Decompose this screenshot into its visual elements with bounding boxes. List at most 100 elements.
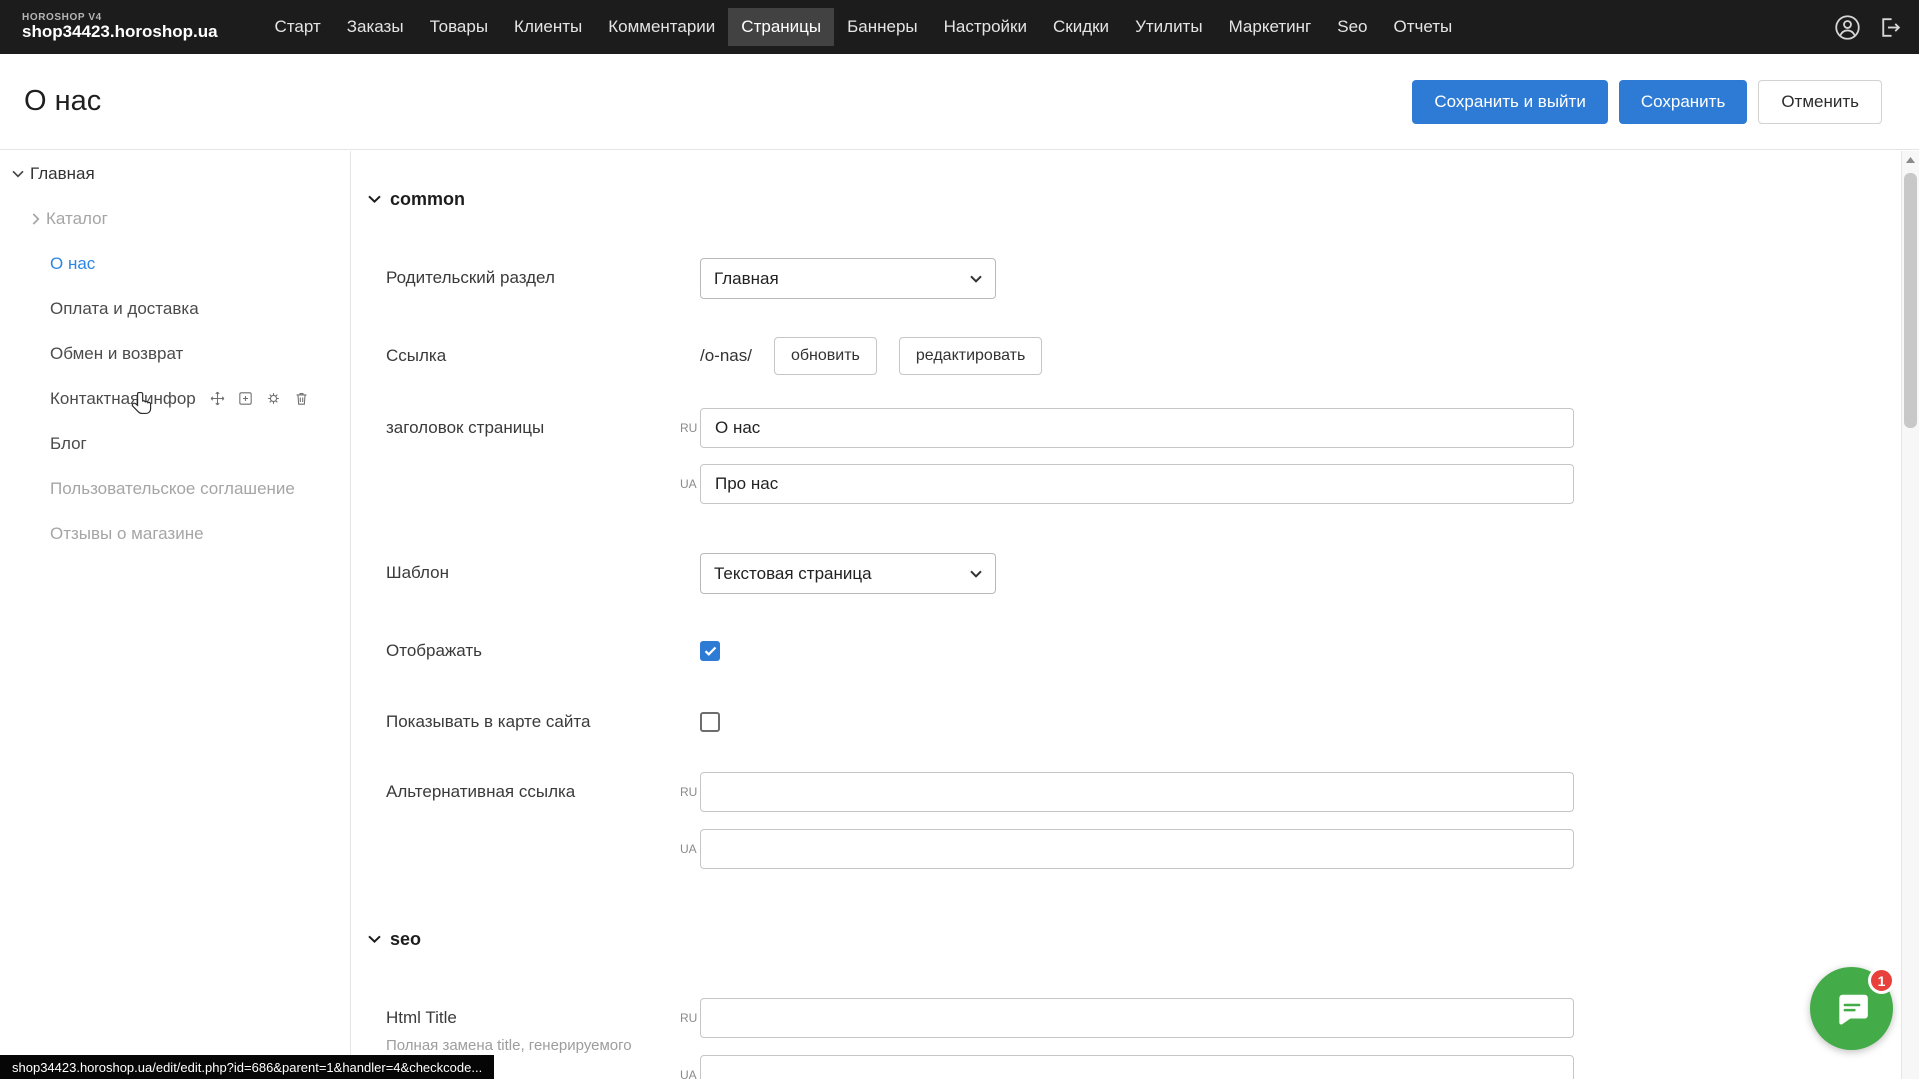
- edit-link-button[interactable]: редактировать: [899, 337, 1042, 375]
- delete-icon[interactable]: [293, 390, 310, 407]
- nav-item-comments[interactable]: Комментарии: [595, 8, 728, 46]
- tree-item-label: Главная: [30, 164, 95, 184]
- chat-icon: [1833, 990, 1871, 1028]
- page-title-ru-input[interactable]: [700, 408, 1574, 448]
- lang-tag-ru: RU: [680, 1011, 700, 1025]
- template-select[interactable]: Текстовая страница: [700, 553, 996, 594]
- lang-tag-ua: UA: [680, 477, 700, 491]
- tree-item-user-agreement[interactable]: Пользовательское соглашение: [0, 466, 350, 511]
- tree-item-label: Обмен и возврат: [50, 344, 183, 364]
- section-common-header[interactable]: common: [352, 187, 1901, 211]
- navbar-right: [1834, 14, 1903, 41]
- tree-item-label: Блог: [50, 434, 87, 454]
- tree-item-home[interactable]: Главная: [0, 151, 350, 196]
- display-checkbox[interactable]: [700, 641, 720, 661]
- tree-item-label: Пользовательское соглашение: [50, 479, 295, 499]
- tree-item-label: Оплата и доставка: [50, 299, 199, 319]
- lang-tag-ru: RU: [680, 785, 700, 799]
- nav-item-discounts[interactable]: Скидки: [1040, 8, 1122, 46]
- tree-item-store-reviews[interactable]: Отзывы о магазине: [0, 511, 350, 556]
- nav-item-clients[interactable]: Клиенты: [501, 8, 595, 46]
- chevron-down-icon[interactable]: [12, 170, 24, 178]
- parent-section-row: Родительский раздел Главная: [352, 258, 1901, 299]
- horoshop-admin-app: HOROSHOP V4 shop34423.horoshop.ua Старт …: [0, 0, 1919, 1079]
- lang-tag-ua: UA: [680, 1068, 700, 1079]
- tree-item-catalog[interactable]: Каталог: [0, 196, 350, 241]
- move-icon[interactable]: [209, 390, 226, 407]
- parent-section-select[interactable]: Главная: [700, 258, 996, 299]
- page-title-label: заголовок страницы: [352, 408, 680, 448]
- nav-item-banners[interactable]: Баннеры: [834, 8, 931, 46]
- html-title-ru-input[interactable]: [700, 998, 1574, 1038]
- chevron-right-icon[interactable]: [32, 213, 40, 225]
- link-row: Ссылка /o-nas/ обновить редактировать: [352, 336, 1901, 376]
- tree-item-label: Контактная инфор: [50, 389, 196, 409]
- cancel-button[interactable]: Отменить: [1758, 80, 1882, 124]
- top-navbar: HOROSHOP V4 shop34423.horoshop.ua Старт …: [0, 0, 1919, 54]
- page-edit-form: common Родительский раздел Главная Ссылк…: [352, 151, 1901, 1079]
- chevron-down-icon: [368, 195, 381, 203]
- tree-item-label: О нас: [50, 254, 95, 274]
- tree-item-exchange-return[interactable]: Обмен и возврат: [0, 331, 350, 376]
- main-menu: Старт Заказы Товары Клиенты Комментарии …: [262, 0, 1466, 54]
- status-url-tooltip: shop34423.horoshop.ua/edit/edit.php?id=6…: [0, 1055, 494, 1079]
- logo[interactable]: HOROSHOP V4 shop34423.horoshop.ua: [22, 13, 218, 41]
- nav-item-settings[interactable]: Настройки: [931, 8, 1040, 46]
- scrollbar-thumb[interactable]: [1904, 173, 1917, 428]
- alt-link-label: Альтернативная ссылка: [352, 772, 680, 812]
- html-title-row: Html Title Полная замена title, генериру…: [352, 998, 1901, 1079]
- account-icon[interactable]: [1834, 14, 1861, 41]
- chat-unread-badge: 1: [1868, 967, 1895, 994]
- triangle-up-icon: [1906, 157, 1915, 163]
- logo-domain: shop34423.horoshop.ua: [22, 23, 218, 41]
- section-seo-header[interactable]: seo: [352, 927, 1901, 951]
- page-header: О нас Сохранить и выйти Сохранить Отмени…: [0, 54, 1919, 150]
- nav-item-start[interactable]: Старт: [262, 8, 334, 46]
- settings-icon[interactable]: [265, 390, 282, 407]
- alt-link-ua-input[interactable]: [700, 829, 1574, 869]
- section-title: common: [390, 189, 465, 210]
- nav-item-marketing[interactable]: Маркетинг: [1216, 8, 1325, 46]
- page-title-ua-input[interactable]: [700, 464, 1574, 504]
- alt-link-row: Альтернативная ссылка RU UA: [352, 772, 1901, 869]
- save-and-exit-button[interactable]: Сохранить и выйти: [1412, 80, 1607, 124]
- nav-item-seo[interactable]: Seo: [1324, 8, 1380, 46]
- selected-value: Текстовая страница: [714, 564, 872, 584]
- check-icon: [704, 646, 717, 656]
- save-button[interactable]: Сохранить: [1619, 80, 1747, 124]
- parent-section-label: Родительский раздел: [352, 258, 680, 298]
- link-url-text: /o-nas/: [700, 346, 752, 366]
- chat-button[interactable]: 1: [1810, 967, 1893, 1050]
- tree-item-about[interactable]: О нас: [0, 241, 350, 286]
- html-title-hint: Полная замена title, генерируемого: [386, 1038, 680, 1053]
- scroll-up-arrow[interactable]: [1902, 151, 1919, 168]
- tree-item-payment-delivery[interactable]: Оплата и доставка: [0, 286, 350, 331]
- tree-item-contact-info[interactable]: Контактная инфор: [0, 376, 350, 421]
- header-buttons: Сохранить и выйти Сохранить Отменить: [1412, 80, 1882, 124]
- sitemap-label: Показывать в карте сайта: [352, 702, 680, 742]
- link-label: Ссылка: [352, 336, 680, 376]
- tree-item-blog[interactable]: Блог: [0, 421, 350, 466]
- html-title-label: Html Title: [386, 998, 680, 1038]
- html-title-ua-input[interactable]: [700, 1055, 1574, 1079]
- chevron-down-icon: [970, 570, 982, 578]
- nav-item-reports[interactable]: Отчеты: [1380, 8, 1465, 46]
- tree-item-actions: [209, 390, 310, 407]
- section-title: seo: [390, 929, 421, 950]
- alt-link-ru-input[interactable]: [700, 772, 1574, 812]
- refresh-link-button[interactable]: обновить: [774, 337, 877, 375]
- nav-item-orders[interactable]: Заказы: [334, 8, 417, 46]
- display-row: Отображать: [352, 631, 1901, 671]
- tree-item-label: Отзывы о магазине: [50, 524, 204, 544]
- lang-tag-ua: UA: [680, 842, 700, 856]
- chevron-down-icon: [368, 935, 381, 943]
- logout-icon[interactable]: [1876, 14, 1903, 41]
- template-row: Шаблон Текстовая страница: [352, 553, 1901, 594]
- page-title: О нас: [24, 85, 101, 118]
- nav-item-products[interactable]: Товары: [417, 8, 501, 46]
- add-icon[interactable]: [237, 390, 254, 407]
- vertical-scrollbar[interactable]: [1901, 151, 1919, 1079]
- nav-item-utilities[interactable]: Утилиты: [1122, 8, 1216, 46]
- sitemap-checkbox[interactable]: [700, 712, 720, 732]
- nav-item-pages[interactable]: Страницы: [728, 8, 834, 46]
